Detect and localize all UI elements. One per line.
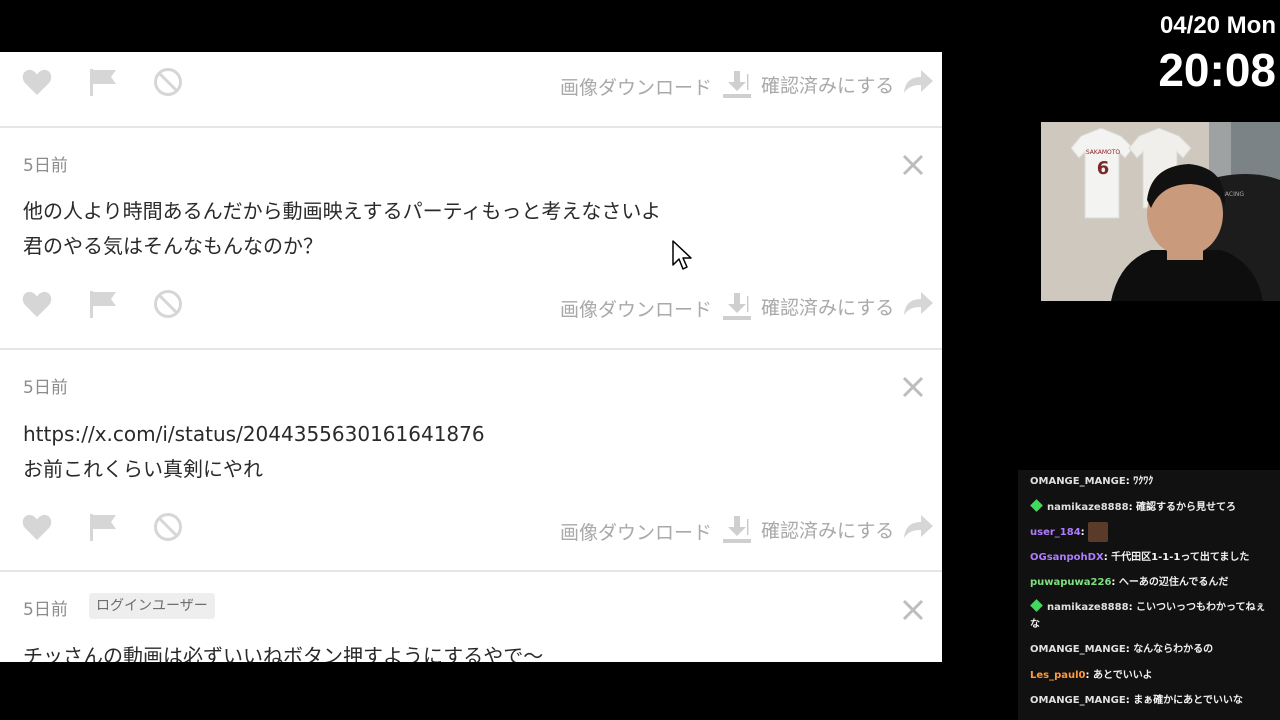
chat-text: へーあの辺住んでるんだ [1118,577,1229,588]
mark-confirmed-button[interactable]: 確認済みにする [761,291,934,322]
comment-text-line: https://x.com/i/status/20443556301616418… [23,422,485,446]
svg-text:SAKAMOTO: SAKAMOTO [1086,149,1121,156]
close-icon[interactable] [901,598,925,626]
download-label: 画像ダウンロード [560,522,713,544]
block-icon[interactable] [153,289,183,319]
chat-text: まぁ確かにあとでいいな [1133,695,1243,706]
chat-username: Les_paul0 [1030,670,1086,681]
comment-age: 5日前 [23,156,68,176]
webcam-feed: SAKAMOTO 6 RACING [1041,122,1280,301]
chat-username: OMANGE_MANGE [1030,644,1126,655]
like-heart-icon[interactable] [22,513,52,541]
chat-message: puwapuwa226: へーあの辺住んでるんだ [1030,577,1229,588]
comment-text-line: 他の人より時間あるんだから動画映えするパーティもっと考えなさいよ [23,199,661,223]
comment-divider [0,126,942,128]
confirm-label: 確認済みにする [761,75,895,97]
green-gem-badge-icon [1030,599,1043,612]
comment-text-line: お前これくらい真剣にやれ [23,457,263,481]
action-separator: | [745,71,751,90]
chat-message: user_184: [1030,522,1272,542]
chat-text: 千代田区1-1-1って出てました [1111,552,1250,563]
clock-time: 20:08 [1158,44,1276,96]
like-heart-icon[interactable] [22,290,52,318]
download-label: 画像ダウンロード [560,299,713,321]
download-label: 画像ダウンロード [560,77,713,99]
comment-age: 5日前 [23,378,68,398]
logged-in-user-badge: ログインユーザー [89,593,215,619]
close-icon[interactable] [901,375,925,403]
comment-divider [0,348,942,350]
chat-username: user_184 [1030,527,1081,538]
block-icon[interactable] [153,67,183,97]
chat-username: namikaze8888 [1047,602,1129,613]
like-heart-icon[interactable] [22,68,52,96]
chat-message: OGsanpohDX: 千代田区1-1-1って出てました [1030,552,1250,563]
chat-text: ﾜｸﾜｸ [1133,476,1154,487]
action-separator: | [745,516,751,535]
comment-text-line: 君のやる気はそんなもんなのか？ [23,234,323,258]
stream-clock: 04/20 Mon 20:08 [1158,8,1276,96]
chat-message: namikaze8888: こいついっつもわかってねぇな [1030,599,1272,633]
block-icon[interactable] [153,512,183,542]
svg-text:6: 6 [1097,158,1110,179]
emote-image-icon [1088,522,1109,542]
report-flag-icon[interactable] [89,68,117,96]
chat-username: namikaze8888 [1047,502,1129,513]
chat-message: namikaze8888: 確認するから見せてろ [1030,499,1272,516]
chat-username: puwapuwa226 [1030,577,1112,588]
mark-confirmed-button[interactable]: 確認済みにする [761,69,934,100]
mark-confirmed-button[interactable]: 確認済みにする [761,514,934,545]
confirm-label: 確認済みにする [761,520,895,542]
download-image-button[interactable]: 画像ダウンロード [560,291,752,326]
chat-text: なんならわかるの [1133,644,1214,655]
comment-age: 5日前 [23,600,68,620]
close-icon[interactable] [901,153,925,181]
chat-text: 確認するから見せてろ [1136,502,1237,513]
forward-arrow-icon [902,514,934,545]
comment-actions: 画像ダウンロード | 確認済みにする [0,52,942,112]
report-flag-icon[interactable] [89,290,117,318]
chat-message: OMANGE_MANGE: まぁ確かにあとでいいな [1030,695,1243,706]
chat-username: OMANGE_MANGE [1030,695,1126,706]
forward-arrow-icon [902,69,934,100]
webcam-image: SAKAMOTO 6 RACING [1041,122,1280,301]
chat-username: OGsanpohDX [1030,552,1104,563]
download-image-button[interactable]: 画像ダウンロード [560,69,752,104]
confirm-label: 確認済みにする [761,297,895,319]
forward-arrow-icon [902,291,934,322]
comment-actions: 画像ダウンロード | 確認済みにする [0,274,942,334]
action-separator: | [745,293,751,312]
report-flag-icon[interactable] [89,513,117,541]
chat-message: OMANGE_MANGE: ﾜｸﾜｸ [1030,476,1154,487]
comment-divider [0,570,942,572]
chat-text: あとでいいよ [1093,670,1153,681]
download-image-button[interactable]: 画像ダウンロード [560,514,752,549]
comment-list-panel: 画像ダウンロード | 確認済みにする 5日前 他の人より時間あるんだから動画映え… [0,52,942,662]
comment-actions: 画像ダウンロード | 確認済みにする [0,497,942,557]
chat-username: OMANGE_MANGE [1030,476,1126,487]
comment-text-line: チッさんの動画は必ずいいねボタン押すようにするやで〜 [23,644,544,662]
clock-date: 04/20 Mon [1159,12,1276,39]
green-gem-badge-icon [1030,499,1043,512]
live-chat: OMANGE_MANGE: ﾜｸﾜｸ namikaze8888: 確認するから見… [1018,470,1280,720]
chat-message: OMANGE_MANGE: なんならわかるの [1030,644,1214,655]
chat-message: Les_paul0: あとでいいよ [1030,670,1153,681]
mouse-cursor-icon [671,239,693,275]
